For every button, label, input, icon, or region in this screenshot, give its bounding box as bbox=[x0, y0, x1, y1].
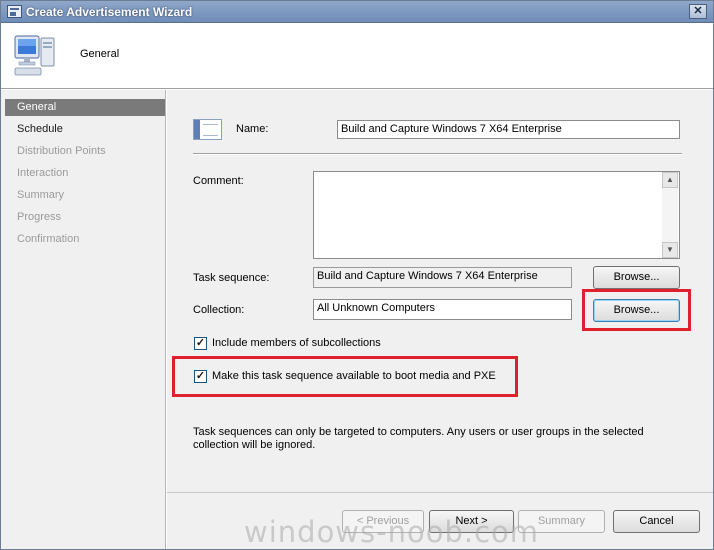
wizard-nav: General Schedule Distribution Points Int… bbox=[1, 90, 166, 549]
task-sequence-browse-button[interactable]: Browse... bbox=[593, 266, 680, 289]
nav-item-progress: Progress bbox=[17, 211, 62, 223]
window-app-icon bbox=[7, 5, 22, 18]
nav-item-interaction: Interaction bbox=[17, 167, 69, 179]
name-field[interactable]: Build and Capture Windows 7 X64 Enterpri… bbox=[337, 120, 680, 139]
advertisement-icon bbox=[193, 119, 222, 140]
nav-item-distribution-points: Distribution Points bbox=[17, 145, 106, 157]
collection-browse-highlight bbox=[582, 289, 691, 331]
page-title: General bbox=[80, 48, 120, 60]
comment-label: Comment: bbox=[193, 175, 244, 187]
include-subcollections-checkbox[interactable]: ✓ bbox=[194, 337, 207, 350]
close-button[interactable]: ✕ bbox=[689, 4, 707, 19]
name-label: Name: bbox=[236, 123, 269, 135]
scroll-up-icon[interactable]: ▲ bbox=[662, 172, 678, 188]
boot-media-highlight bbox=[172, 356, 518, 397]
cancel-button[interactable]: Cancel bbox=[613, 510, 700, 533]
nav-item-confirmation: Confirmation bbox=[17, 233, 80, 245]
task-sequence-field: Build and Capture Windows 7 X64 Enterpri… bbox=[313, 267, 572, 288]
divider bbox=[193, 153, 682, 155]
comment-field[interactable] bbox=[313, 171, 680, 259]
nav-item-summary: Summary bbox=[17, 189, 65, 201]
include-subcollections-label: Include members of subcollections bbox=[212, 337, 381, 349]
wizard-window: Create Advertisement Wizard ✕ General Ge… bbox=[0, 0, 714, 550]
footer-divider bbox=[167, 492, 713, 493]
title-bar[interactable]: Create Advertisement Wizard ✕ bbox=[1, 1, 713, 23]
nav-item-general[interactable]: General bbox=[5, 99, 165, 116]
computer-icon bbox=[14, 35, 55, 76]
targeting-note: Task sequences can only be targeted to c… bbox=[193, 426, 644, 451]
wizard-content: Name: Build and Capture Windows 7 X64 En… bbox=[167, 90, 713, 549]
scroll-down-icon[interactable]: ▼ bbox=[662, 242, 678, 258]
watermark: windows-noob.com bbox=[244, 515, 540, 549]
nav-item-schedule[interactable]: Schedule bbox=[5, 121, 165, 138]
collection-field[interactable]: All Unknown Computers bbox=[313, 299, 572, 320]
comment-scrollbar[interactable]: ▲ ▼ bbox=[662, 172, 678, 258]
task-sequence-label: Task sequence: bbox=[193, 272, 270, 284]
window-title: Create Advertisement Wizard bbox=[26, 5, 193, 19]
collection-label: Collection: bbox=[193, 304, 245, 316]
wizard-header: General bbox=[1, 24, 713, 89]
